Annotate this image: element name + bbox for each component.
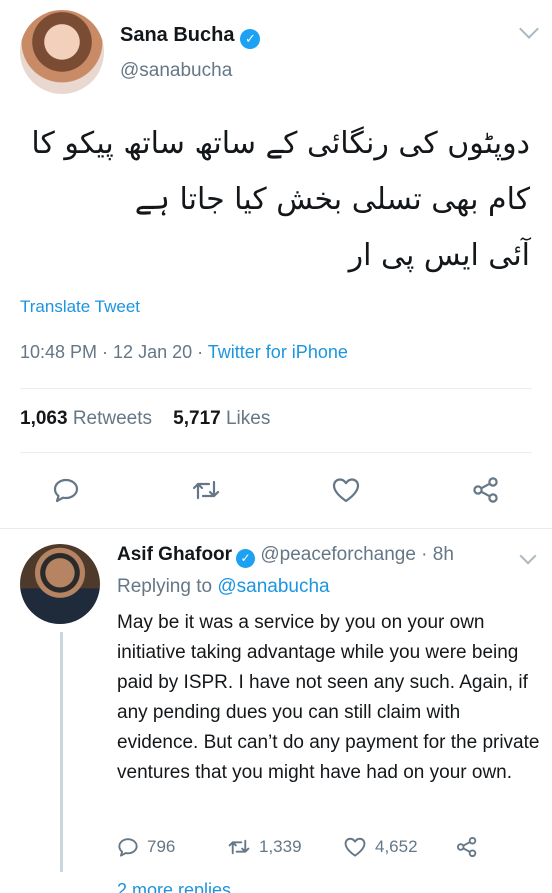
verified-badge-icon: ✓ [236, 549, 256, 568]
retweets-count: 1,063 [20, 408, 68, 429]
share-icon [473, 477, 498, 503]
retweets-stat[interactable]: 1,063 Retweets [20, 408, 152, 429]
avatar[interactable] [20, 10, 104, 94]
likes-label: Likes [225, 408, 271, 429]
more-replies-link[interactable]: 2 more replies [117, 880, 231, 893]
thread-line [60, 632, 63, 872]
share-button[interactable] [466, 470, 506, 510]
translate-tweet-link[interactable]: Translate Tweet [20, 297, 140, 317]
tweet-actions [20, 470, 532, 510]
tweet-text-line: آئی ایس پی ار [348, 238, 530, 273]
retweet-button[interactable] [186, 470, 226, 510]
tweet-meta: 10:48 PM · 12 Jan 20 · Twitter for iPhon… [20, 342, 348, 362]
retweet-icon [192, 480, 220, 500]
chevron-down-icon[interactable] [519, 19, 539, 39]
share-icon [456, 836, 477, 858]
likes-stat[interactable]: 5,717 Likes [173, 408, 270, 429]
tweet-text-line: دوپٹوں کی رنگائی کے ساتھ ساتھ پیکو کا [31, 126, 530, 161]
reply-icon [53, 478, 79, 503]
separator-dot: · [415, 544, 433, 565]
replying-prefix: Replying to [117, 576, 213, 597]
reply-button[interactable] [46, 470, 86, 510]
divider [20, 388, 532, 389]
retweet-icon [228, 839, 250, 855]
heart-icon [344, 837, 366, 857]
divider [20, 452, 532, 453]
reply-header: Asif Ghafoor ✓ @peaceforchange · 8h [117, 544, 454, 568]
reply-icon [118, 838, 138, 857]
like-button[interactable] [326, 470, 366, 510]
tweet-source[interactable]: Twitter for iPhone [208, 342, 348, 362]
reply-tweet[interactable]: Asif Ghafoor ✓ @peaceforchange · 8h Reply… [20, 540, 540, 880]
author-name-text[interactable]: Sana Bucha [120, 24, 234, 46]
reply-avatar[interactable] [20, 544, 100, 624]
reply-like-button[interactable]: 4,652 [343, 836, 418, 858]
verified-badge-icon: ✓ [240, 29, 261, 49]
reply-text: May be it was a service by you on your o… [117, 612, 540, 783]
reply-count: 796 [147, 837, 176, 856]
reply-share-button[interactable] [455, 836, 479, 858]
author-handle[interactable]: @sanabucha [120, 60, 232, 82]
chevron-down-icon[interactable] [519, 547, 537, 565]
likes-count: 5,717 [173, 408, 221, 429]
reply-age[interactable]: 8h [433, 544, 454, 565]
reply-retweet-button[interactable]: 1,339 [227, 836, 302, 858]
reply-author-name[interactable]: Asif Ghafoor [117, 544, 232, 565]
section-divider [0, 528, 552, 529]
heart-icon [332, 478, 360, 503]
reply-reply-button[interactable]: 796 [117, 836, 175, 858]
reply-author-handle[interactable]: @peaceforchange [260, 544, 416, 565]
tweet-header: Sana Bucha ✓ @sanabucha [20, 10, 540, 96]
tweet-stats: 1,063 Retweets 5,717 Likes [20, 408, 270, 430]
replying-to: Replying to @sanabucha [117, 576, 330, 598]
tweet-time[interactable]: 10:48 PM [20, 342, 97, 362]
tweet-text: دوپٹوں کی رنگائی کے ساتھ ساتھ پیکو کا کا… [10, 116, 530, 284]
like-count: 4,652 [375, 837, 418, 856]
replying-handle[interactable]: @sanabucha [217, 576, 329, 597]
tweet-date[interactable]: 12 Jan 20 [113, 342, 192, 362]
retweets-label: Retweets [72, 408, 153, 429]
retweet-count: 1,339 [259, 837, 302, 856]
author-name[interactable]: Sana Bucha ✓ [120, 24, 261, 49]
tweet-text-line: کام بھی تسلی بخش کیا جاتا ہے [134, 182, 530, 217]
